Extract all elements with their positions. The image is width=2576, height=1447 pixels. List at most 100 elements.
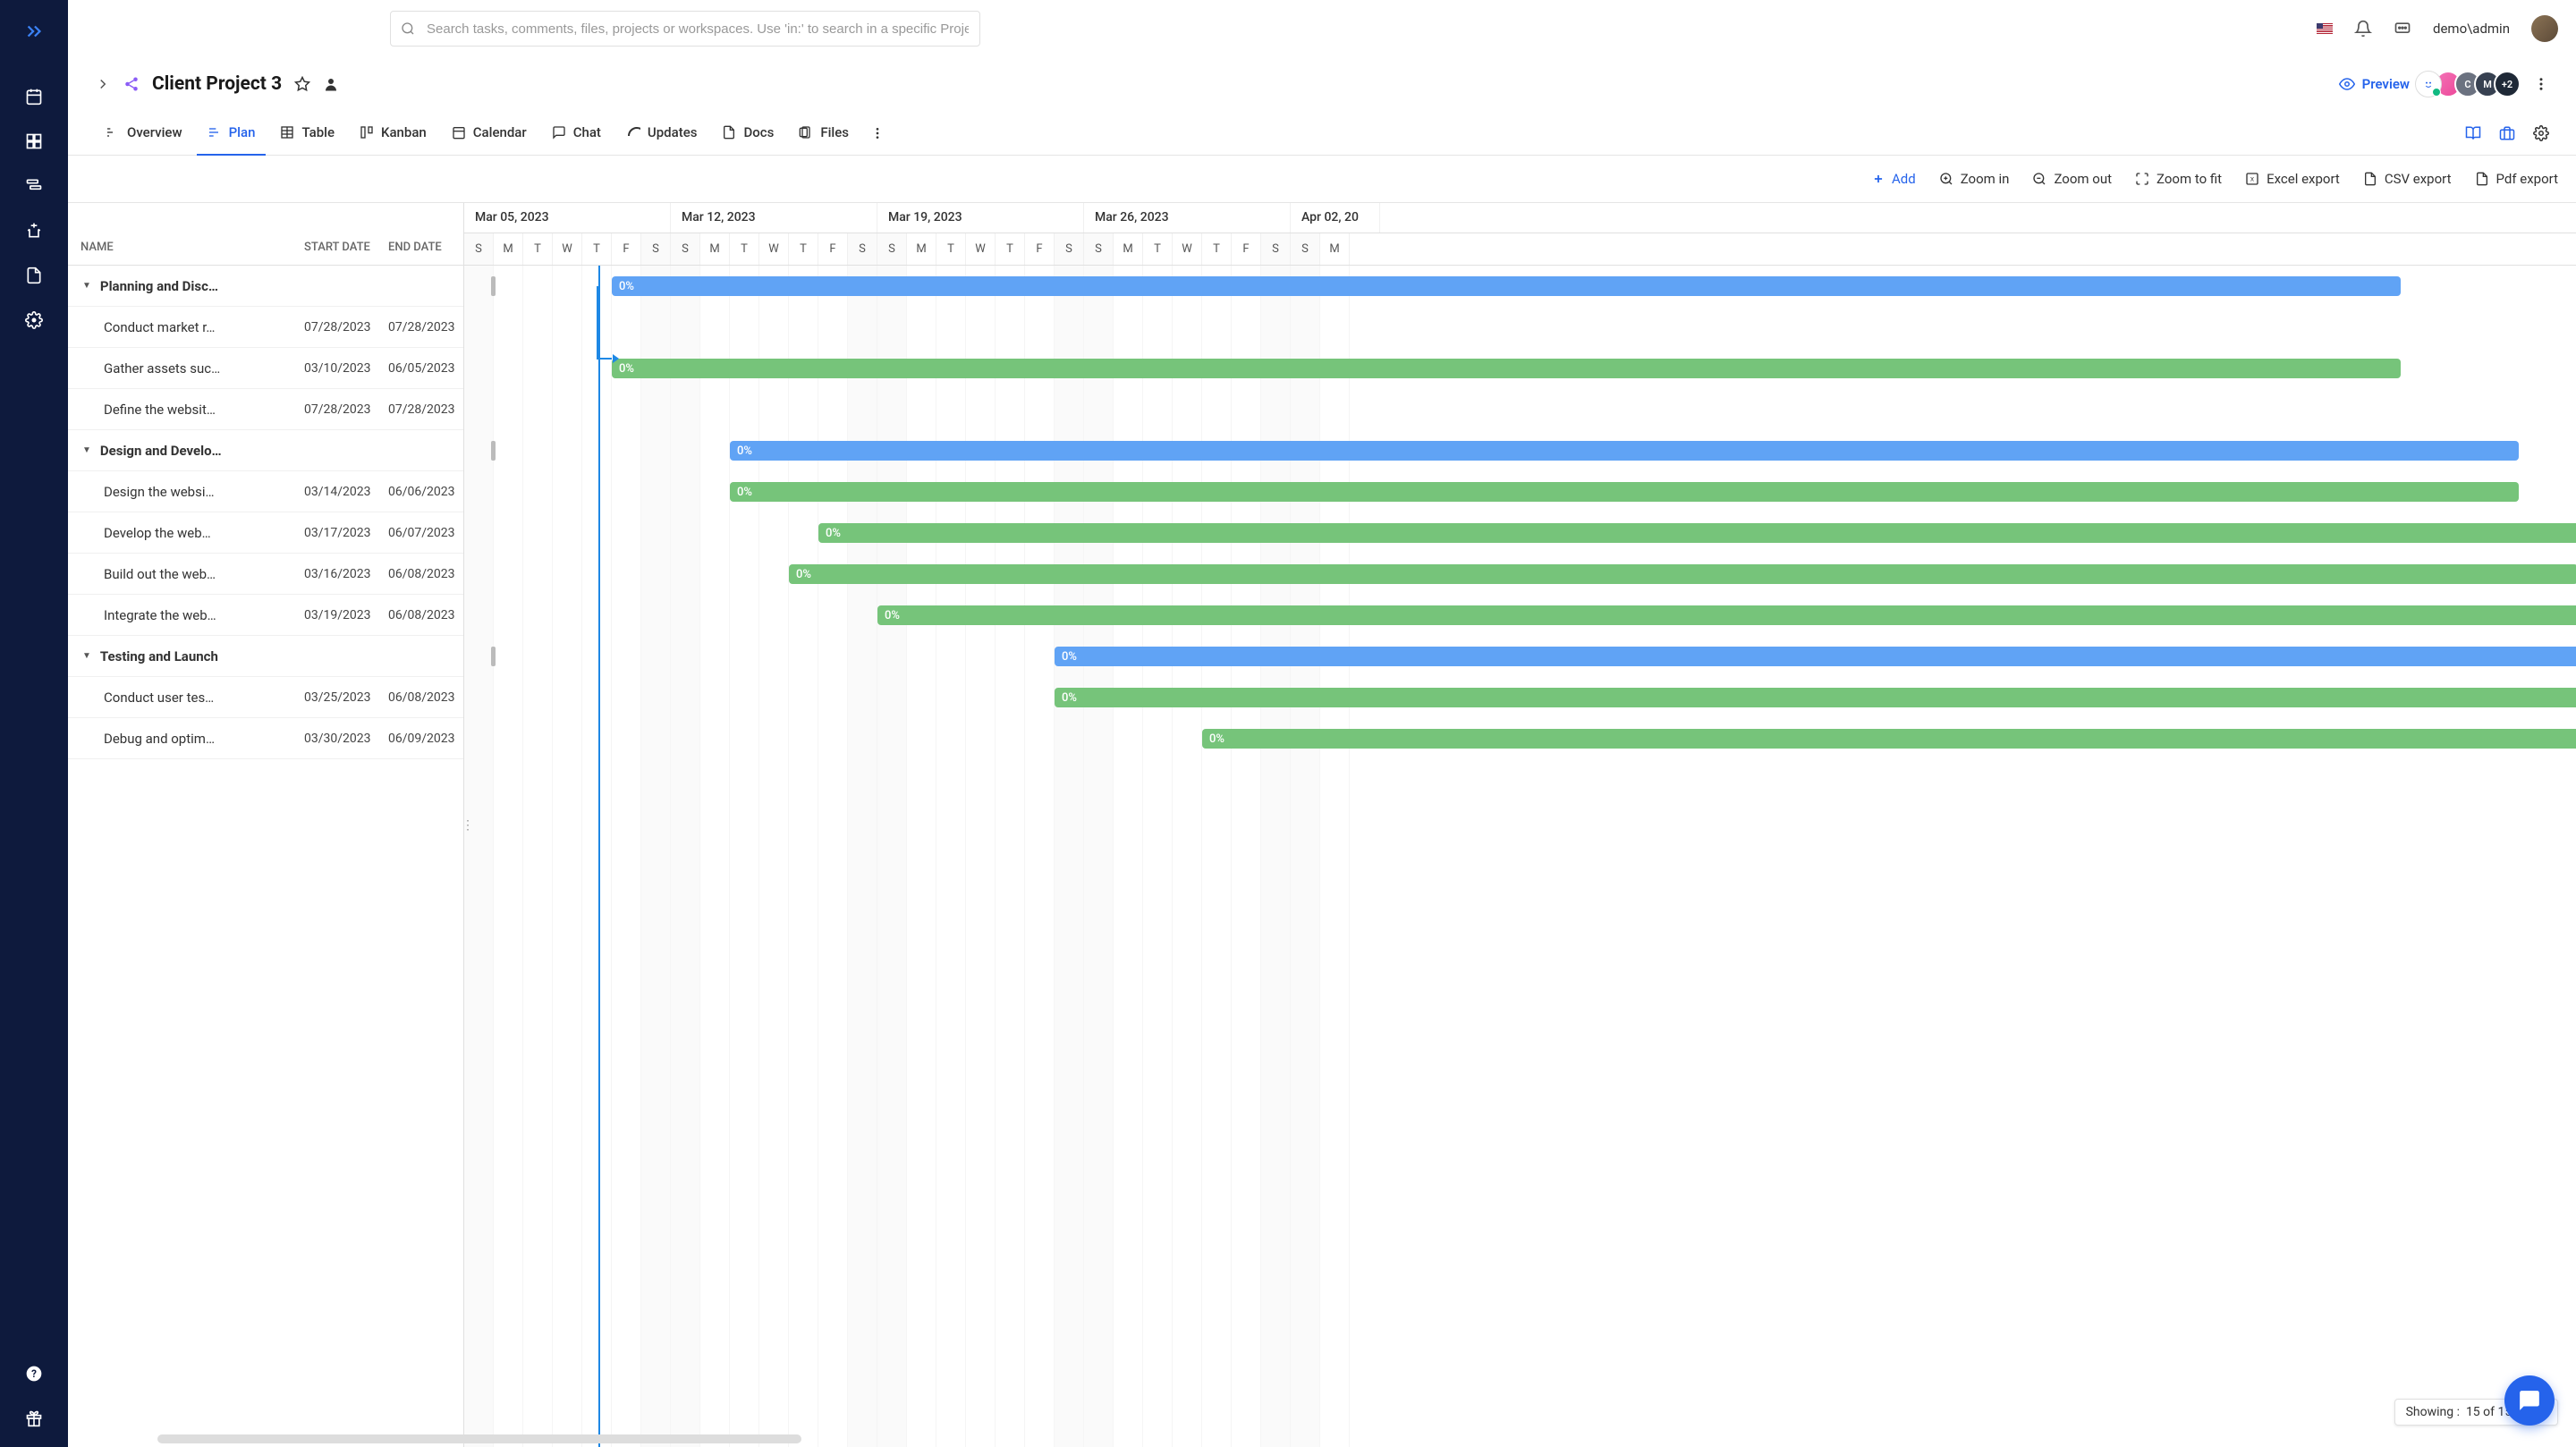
excel-export-button[interactable]: X Excel export <box>2245 171 2340 187</box>
day-cell: W <box>553 233 582 265</box>
gantt-bar[interactable]: 0% <box>789 564 2576 584</box>
tab-calendar[interactable]: Calendar <box>441 111 538 156</box>
day-cell: S <box>848 233 877 265</box>
task-end-date: 06/08/2023 <box>388 567 463 581</box>
preview-label: Preview <box>2362 76 2410 92</box>
tab-updates[interactable]: Updates <box>615 111 708 156</box>
task-row[interactable]: Build out the web…03/16/202306/08/2023 <box>68 554 463 595</box>
zoom-in-button[interactable]: Zoom in <box>1939 171 2010 187</box>
bar-row: 0% <box>464 512 2576 554</box>
bar-row: 0% <box>464 718 2576 759</box>
gift-nav-icon[interactable] <box>23 1408 45 1429</box>
task-name: Testing and Launch <box>91 648 304 664</box>
tab-overview[interactable]: Overview <box>95 111 193 156</box>
group-marker <box>491 647 496 666</box>
task-end-date: 06/07/2023 <box>388 526 463 540</box>
task-name: Design and Develo… <box>91 443 304 459</box>
day-cell: T <box>996 233 1025 265</box>
timeline[interactable]: Mar 05, 2023Mar 12, 2023Mar 19, 2023Mar … <box>464 203 2576 1447</box>
settings-nav-icon[interactable] <box>23 309 45 331</box>
pdf-export-button[interactable]: Pdf export <box>2475 171 2559 187</box>
column-name-header: NAME <box>68 241 304 254</box>
task-start-date: 07/28/2023 <box>304 320 388 334</box>
task-row[interactable]: Conduct user tes…03/25/202306/08/2023 <box>68 677 463 718</box>
task-row[interactable]: ▼Testing and Launch <box>68 636 463 677</box>
briefcase-icon[interactable] <box>2499 125 2515 141</box>
task-row[interactable]: ▼Planning and Disc… <box>68 266 463 307</box>
day-cell: S <box>671 233 700 265</box>
tab-label: Updates <box>648 124 698 140</box>
task-row[interactable]: Debug and optim…03/30/202306/09/2023 <box>68 718 463 759</box>
book-icon[interactable] <box>2465 125 2481 141</box>
language-flag-icon[interactable] <box>2317 23 2333 34</box>
task-end-date: 07/28/2023 <box>388 320 463 334</box>
tab-files[interactable]: Files <box>788 111 860 156</box>
gantt-bar[interactable]: 0% <box>730 441 2519 461</box>
more-tabs-icon[interactable] <box>870 126 885 140</box>
gantt-bar[interactable]: 0% <box>612 359 2401 378</box>
day-cell: T <box>1143 233 1173 265</box>
day-cell: F <box>612 233 641 265</box>
csv-export-button[interactable]: CSV export <box>2363 171 2452 187</box>
tasks-nav-icon[interactable] <box>23 175 45 197</box>
tab-chat[interactable]: Chat <box>541 111 612 156</box>
collapse-panel-icon[interactable] <box>95 76 111 92</box>
help-nav-icon[interactable]: ? <box>23 1363 45 1384</box>
day-cell: T <box>936 233 966 265</box>
week-cell: Apr 02, 20 <box>1291 203 1380 233</box>
task-row[interactable]: Conduct market r…07/28/202307/28/2023 <box>68 307 463 348</box>
gantt-bar[interactable]: 0% <box>612 276 2401 296</box>
user-avatar[interactable] <box>2531 15 2558 42</box>
task-row[interactable]: Develop the web…03/17/202306/07/2023 <box>68 512 463 554</box>
gear-icon[interactable] <box>2533 125 2549 141</box>
share-icon[interactable] <box>123 76 140 92</box>
tab-docs[interactable]: Docs <box>711 111 784 156</box>
dashboard-nav-icon[interactable] <box>23 131 45 152</box>
task-row[interactable]: ▼Design and Develo… <box>68 430 463 471</box>
gantt-bar[interactable]: 0% <box>877 605 2576 625</box>
zoom-fit-button[interactable]: Zoom to fit <box>2135 171 2222 187</box>
task-row[interactable]: Gather assets suc…03/10/202306/05/2023 <box>68 348 463 389</box>
tab-plan[interactable]: Plan <box>197 111 267 156</box>
expand-triangle-icon[interactable]: ▼ <box>82 281 91 291</box>
messages-icon[interactable] <box>2394 20 2411 38</box>
doc-nav-icon[interactable] <box>23 265 45 286</box>
zoom-out-label: Zoom out <box>2054 171 2112 187</box>
search-input[interactable] <box>390 11 980 47</box>
add-button[interactable]: Add <box>1872 171 1916 187</box>
calendar-nav-icon[interactable] <box>23 86 45 107</box>
favorite-icon[interactable] <box>294 76 310 92</box>
task-row[interactable]: Integrate the web…03/19/202306/08/2023 <box>68 595 463 636</box>
gantt-bar[interactable]: 0% <box>1202 729 2576 749</box>
expand-triangle-icon[interactable]: ▼ <box>82 445 91 455</box>
gantt-bar[interactable]: 0% <box>1055 688 2576 707</box>
zoom-out-button[interactable]: Zoom out <box>2032 171 2112 187</box>
avatar-stack[interactable]: C M +2 <box>2422 71 2521 97</box>
preview-button[interactable]: Preview <box>2339 76 2410 92</box>
members-icon[interactable] <box>323 76 339 92</box>
top-header: demo\admin <box>68 0 2576 57</box>
chat-float-button[interactable] <box>2504 1375 2555 1426</box>
task-row[interactable]: Design the websi…03/14/202306/06/2023 <box>68 471 463 512</box>
task-start-date: 03/14/2023 <box>304 485 388 499</box>
expand-triangle-icon[interactable]: ▼ <box>82 651 91 661</box>
gantt-toolbar: Add Zoom in Zoom out Zoom to fit X Excel… <box>68 156 2576 202</box>
splitter[interactable]: ⋮ <box>464 203 471 1447</box>
day-cell: T <box>789 233 818 265</box>
day-cell: T <box>1202 233 1232 265</box>
day-cell: S <box>1055 233 1084 265</box>
gantt-bar[interactable]: 0% <box>730 482 2519 502</box>
tab-table[interactable]: Table <box>269 111 345 156</box>
more-options-icon[interactable] <box>2533 76 2549 92</box>
plugin-nav-icon[interactable] <box>23 220 45 241</box>
task-row[interactable]: Define the websit…07/28/202307/28/2023 <box>68 389 463 430</box>
bar-row: 0% <box>464 677 2576 718</box>
gantt-bar[interactable]: 0% <box>1055 647 2576 666</box>
horizontal-scrollbar[interactable] <box>157 1434 801 1443</box>
day-cell: T <box>523 233 553 265</box>
task-end-date: 06/06/2023 <box>388 485 463 499</box>
gantt-bar[interactable]: 0% <box>818 523 2576 543</box>
tab-kanban[interactable]: Kanban <box>349 111 437 156</box>
notifications-icon[interactable] <box>2354 20 2372 38</box>
expand-nav-icon[interactable] <box>24 21 44 41</box>
